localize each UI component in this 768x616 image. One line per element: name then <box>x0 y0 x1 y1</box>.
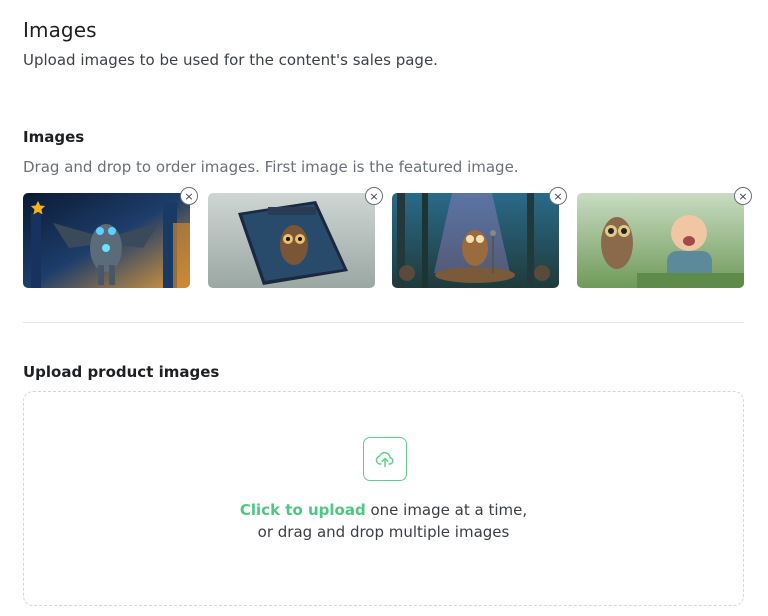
page-description: Upload images to be used for the content… <box>23 51 438 69</box>
section-divider <box>23 322 744 323</box>
upload-cloud-icon <box>375 451 394 468</box>
upload-instructions-line2: or drag and drop multiple images <box>257 523 510 541</box>
image-thumbnail-owl-on-stage[interactable]: × <box>392 187 567 288</box>
images-hint: Drag and drop to order images. First ima… <box>23 158 519 176</box>
image-dropzone[interactable]: Click to upload one image at a time, or … <box>23 391 744 606</box>
page-title: Images <box>23 18 97 42</box>
robot-owl-image <box>23 193 190 288</box>
star-icon <box>30 200 46 215</box>
click-to-upload-link[interactable]: Click to upload <box>240 501 366 519</box>
image-thumbnail-robot-owl[interactable]: × <box>23 187 198 288</box>
remove-image-button[interactable]: × <box>734 187 752 205</box>
upload-section-title: Upload product images <box>23 363 220 381</box>
owl-on-stage-image <box>392 193 559 288</box>
remove-image-button[interactable]: × <box>549 187 567 205</box>
owl-keeping-book-image <box>208 193 375 288</box>
image-thumbnail-owl-and-baby[interactable]: × <box>577 187 752 288</box>
image-gallery: × × × × <box>23 187 752 289</box>
remove-image-button[interactable]: × <box>180 187 198 205</box>
image-thumbnail-owl-keeping-book[interactable]: × <box>208 187 383 288</box>
upload-instructions-text: one image at a time, <box>365 501 528 519</box>
images-section-title: Images <box>23 128 85 146</box>
upload-button[interactable] <box>363 437 407 481</box>
remove-image-button[interactable]: × <box>365 187 383 205</box>
upload-instructions-line1: Click to upload one image at a time, <box>24 501 743 519</box>
owl-and-baby-image <box>577 193 744 288</box>
